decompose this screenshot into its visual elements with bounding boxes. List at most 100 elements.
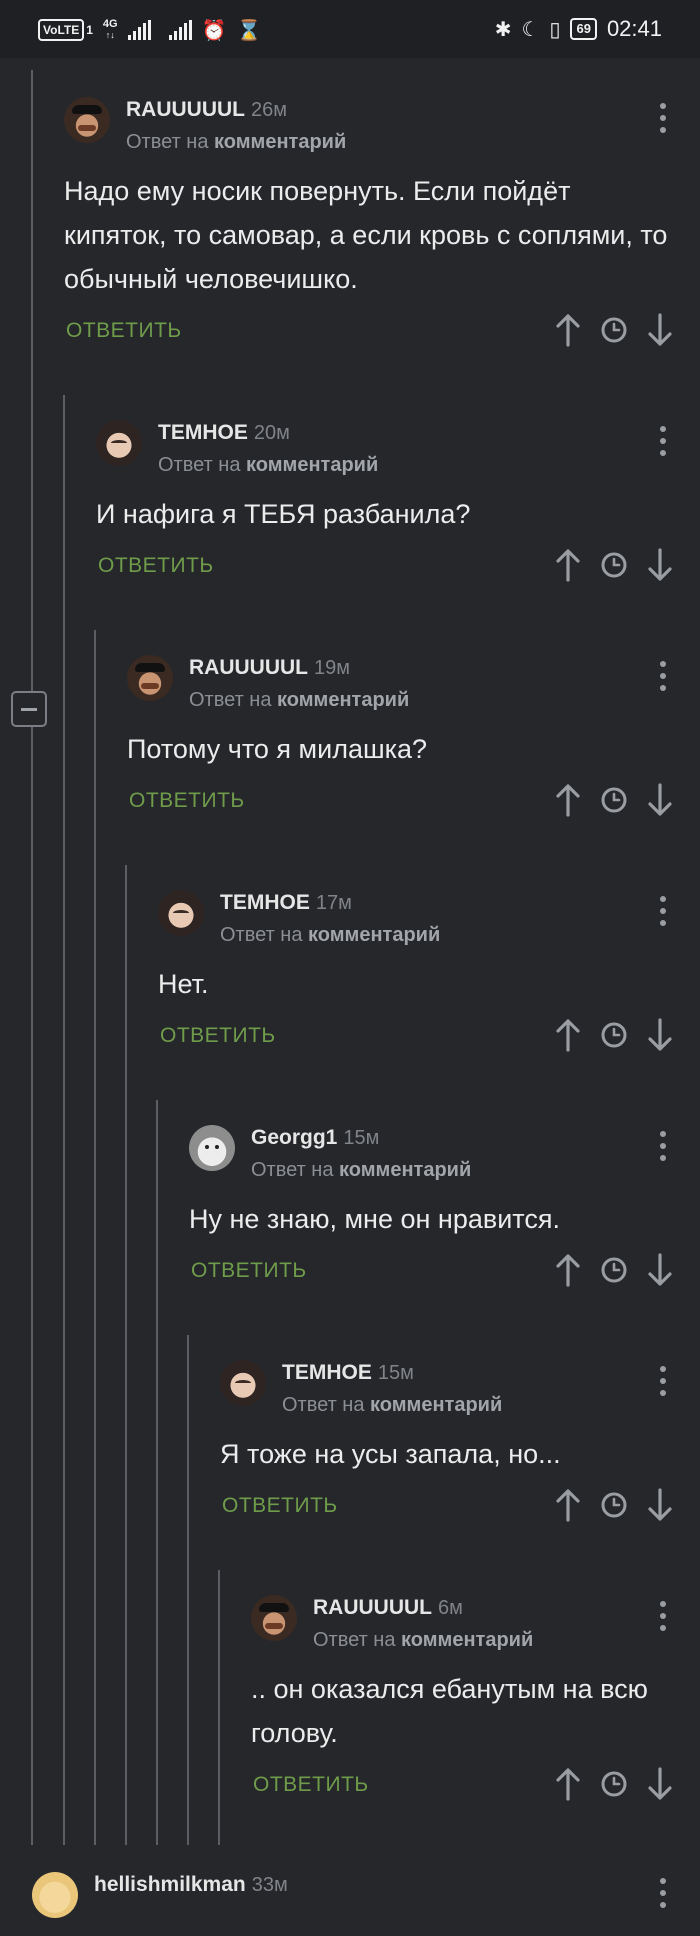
- comment: hellishmilkman 33м: [32, 1872, 700, 1936]
- comment-time: 20м: [253, 422, 290, 444]
- more-options-icon[interactable]: [660, 661, 666, 691]
- avatar[interactable]: [158, 890, 204, 936]
- thread-line-7: [218, 1570, 220, 1845]
- comment-author[interactable]: RAUUUUUL 19м: [189, 655, 350, 681]
- reply-to-line: Ответ на комментарий: [251, 1159, 472, 1181]
- avatar[interactable]: [189, 1125, 235, 1171]
- reply-to-line: Ответ на комментарий: [313, 1629, 534, 1651]
- comment-text: Ну не знаю, мне он нравится.: [189, 1204, 560, 1234]
- upvote-icon[interactable]: [554, 783, 582, 817]
- reply-to-link[interactable]: комментарий: [277, 689, 409, 711]
- hourglass-icon: ⌛: [236, 19, 262, 42]
- reply-to-link[interactable]: комментарий: [339, 1159, 471, 1181]
- vibrate-icon: ▯: [549, 18, 561, 41]
- downvote-icon[interactable]: [646, 1253, 674, 1287]
- comment-author[interactable]: Georgg1 15м: [251, 1125, 379, 1151]
- comment: ТЕМНОЕ 17м Ответ на комментарий Нет. ОТВЕ…: [158, 890, 700, 1064]
- reply-button[interactable]: ОТВЕТИТЬ: [129, 789, 245, 813]
- network-type: 4G ↑↓: [102, 18, 118, 41]
- reply-button[interactable]: ОТВЕТИТЬ: [222, 1494, 338, 1518]
- more-options-icon[interactable]: [660, 426, 666, 456]
- upvote-icon[interactable]: [554, 1488, 582, 1522]
- upvote-icon[interactable]: [554, 313, 582, 347]
- avatar[interactable]: [251, 1595, 297, 1641]
- comment-time: 17м: [315, 892, 352, 914]
- more-options-icon[interactable]: [660, 103, 666, 133]
- comment: ТЕМНОЕ 20м Ответ на комментарий И нафига …: [96, 420, 700, 594]
- comment-text: Нет.: [158, 969, 209, 999]
- more-options-icon[interactable]: [660, 1131, 666, 1161]
- alarm-icon: ⏰: [201, 19, 227, 42]
- more-options-icon[interactable]: [660, 1366, 666, 1396]
- reply-to-line: Ответ на комментарий: [126, 131, 347, 153]
- comment-time: 6м: [438, 1597, 463, 1619]
- reply-to-link[interactable]: комментарий: [214, 131, 346, 153]
- moon-icon: ☾: [521, 18, 540, 41]
- comment-time: 15м: [377, 1362, 414, 1384]
- comment-author[interactable]: RAUUUUUL 26м: [126, 97, 287, 123]
- comment-text: .. он оказался ебанутым на всю голову.: [251, 1674, 648, 1748]
- minus-icon: [21, 707, 37, 711]
- upvote-icon[interactable]: [554, 1253, 582, 1287]
- upvote-icon[interactable]: [554, 1018, 582, 1052]
- comment-time: 33м: [251, 1874, 288, 1896]
- status-bar: VoLTE 1 4G ↑↓ ⏰ ⌛ ✱ ☾ ▯ 69 02:41: [0, 0, 700, 58]
- clock-icon[interactable]: [600, 1491, 628, 1519]
- comment-author[interactable]: ТЕМНОЕ 20м: [158, 420, 290, 446]
- clock-icon[interactable]: [600, 551, 628, 579]
- clock-icon[interactable]: [600, 1021, 628, 1049]
- downvote-icon[interactable]: [646, 313, 674, 347]
- comment-text: Надо ему носик повернуть. Если пойдёт ки…: [64, 176, 668, 294]
- volte-indicator: VoLTE: [38, 19, 85, 41]
- reply-button[interactable]: ОТВЕТИТЬ: [191, 1259, 307, 1283]
- avatar[interactable]: [220, 1360, 266, 1406]
- downvote-icon[interactable]: [646, 1018, 674, 1052]
- downvote-icon[interactable]: [646, 1488, 674, 1522]
- thread-line-3: [94, 630, 96, 1845]
- thread-line-4: [125, 865, 127, 1845]
- comment: RAUUUUUL 19м Ответ на комментарий Потому …: [127, 655, 700, 829]
- sim-number: 1: [86, 23, 93, 37]
- comment-text: Я тоже на усы запала, но...: [220, 1439, 561, 1469]
- more-options-icon[interactable]: [660, 896, 666, 926]
- reply-to-link[interactable]: комментарий: [401, 1629, 533, 1651]
- clock-icon[interactable]: [600, 1256, 628, 1284]
- thread-line-2: [63, 395, 65, 1845]
- avatar[interactable]: [64, 97, 110, 143]
- reply-button[interactable]: ОТВЕТИТЬ: [160, 1024, 276, 1048]
- reply-to-link[interactable]: комментарий: [246, 454, 378, 476]
- reply-to-line: Ответ на комментарий: [282, 1394, 503, 1416]
- clock-time: 02:41: [606, 16, 662, 41]
- reply-button[interactable]: ОТВЕТИТЬ: [66, 319, 182, 343]
- downvote-icon[interactable]: [646, 783, 674, 817]
- comment-author[interactable]: ТЕМНОЕ 15м: [282, 1360, 414, 1386]
- more-options-icon[interactable]: [660, 1601, 666, 1631]
- reply-to-line: Ответ на комментарий: [158, 454, 379, 476]
- clock-icon[interactable]: [600, 1770, 628, 1798]
- comment: Georgg1 15м Ответ на комментарий Ну не зн…: [189, 1125, 700, 1299]
- clock-icon[interactable]: [600, 786, 628, 814]
- upvote-icon[interactable]: [554, 1767, 582, 1801]
- comment-author[interactable]: hellishmilkman 33м: [94, 1872, 288, 1898]
- reply-button[interactable]: ОТВЕТИТЬ: [253, 1773, 369, 1797]
- reply-to-line: Ответ на комментарий: [220, 924, 441, 946]
- comment: RAUUUUUL 6м Ответ на комментарий .. он ок…: [251, 1595, 700, 1813]
- thread-line-6: [187, 1335, 189, 1845]
- clock-icon[interactable]: [600, 316, 628, 344]
- reply-to-link[interactable]: комментарий: [308, 924, 440, 946]
- bluetooth-icon: ✱: [494, 18, 512, 41]
- upvote-icon[interactable]: [554, 548, 582, 582]
- downvote-icon[interactable]: [646, 548, 674, 582]
- reply-to-link[interactable]: комментарий: [370, 1394, 502, 1416]
- avatar[interactable]: [32, 1872, 78, 1918]
- avatar[interactable]: [127, 655, 173, 701]
- reply-button[interactable]: ОТВЕТИТЬ: [98, 554, 214, 578]
- collapse-thread-button[interactable]: [11, 691, 47, 727]
- avatar[interactable]: [96, 420, 142, 466]
- comment-author[interactable]: ТЕМНОЕ 17м: [220, 890, 352, 916]
- downvote-icon[interactable]: [646, 1767, 674, 1801]
- comment: RAUUUUUL 26м Ответ на комментарий Надо ем…: [64, 97, 700, 359]
- comment-author[interactable]: RAUUUUUL 6м: [313, 1595, 463, 1621]
- thread-line-5: [156, 1100, 158, 1845]
- more-options-icon[interactable]: [660, 1878, 666, 1908]
